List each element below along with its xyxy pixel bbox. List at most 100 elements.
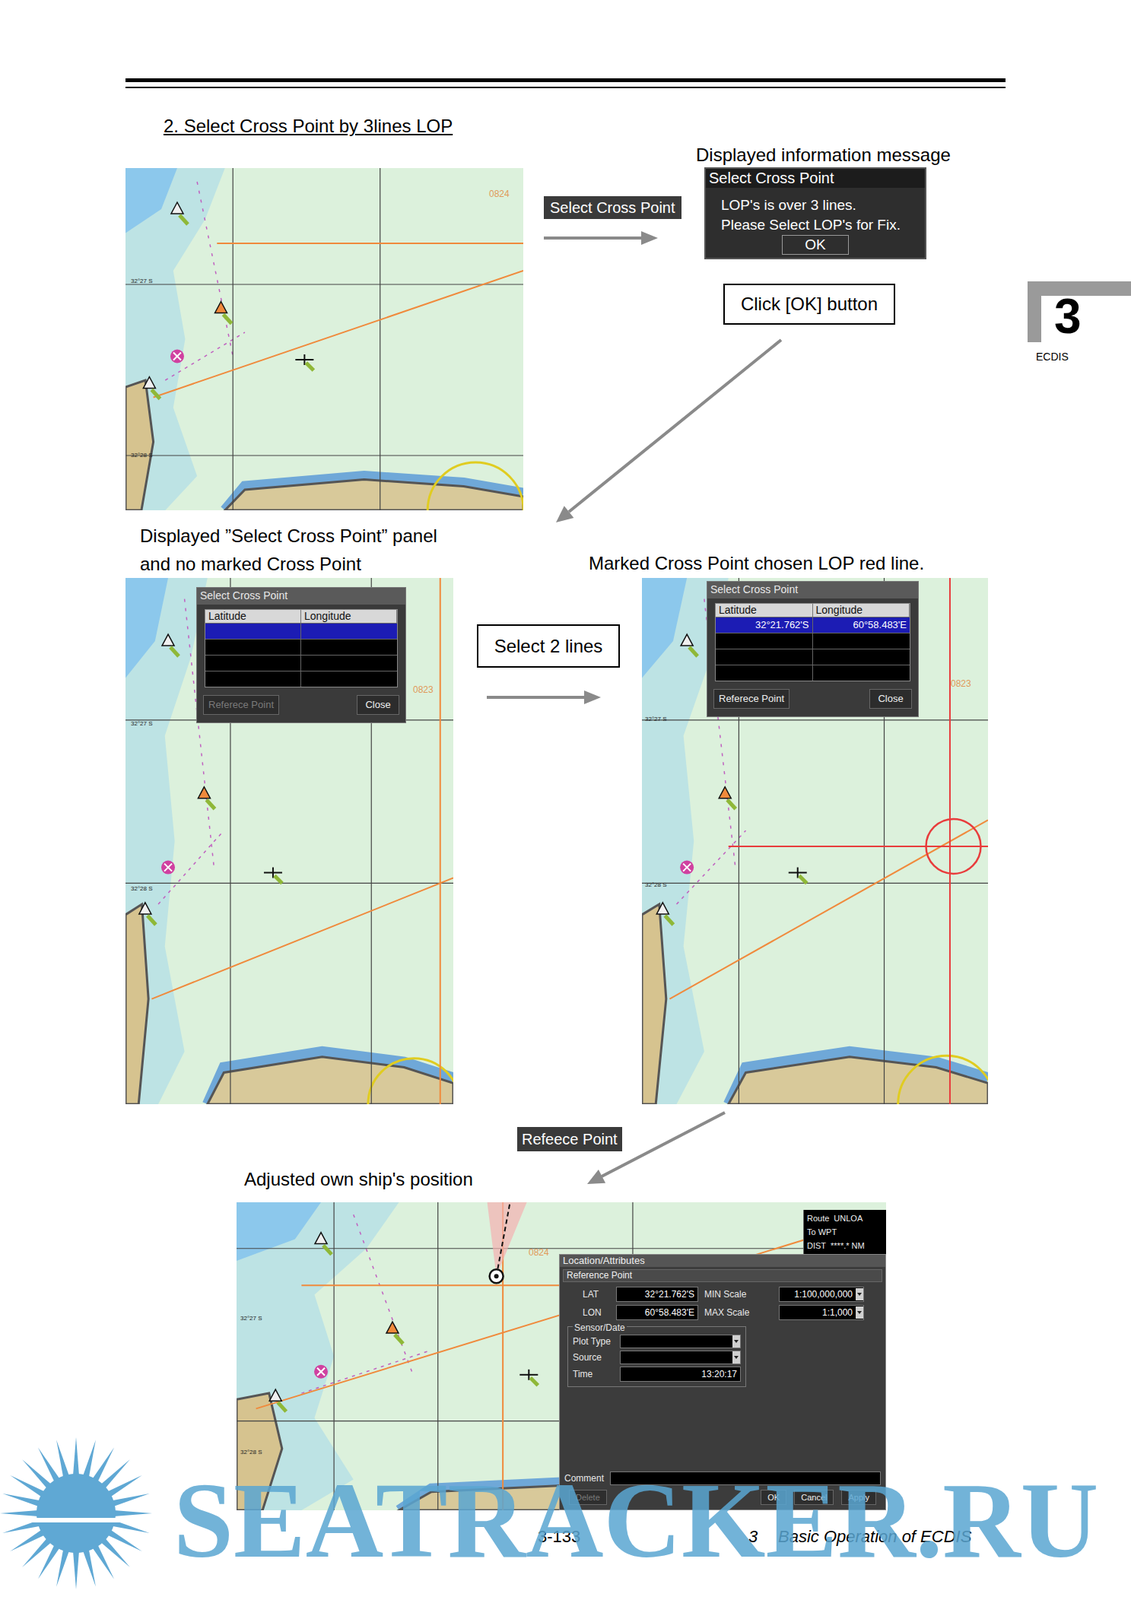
panel-button[interactable]: Referece Point xyxy=(713,689,790,709)
dropdown-icon xyxy=(855,1288,864,1301)
panel-button[interactable]: Close xyxy=(356,695,400,715)
bell-buoy-icon xyxy=(142,377,160,400)
wreck-icon xyxy=(263,867,283,884)
max-scale-select[interactable]: 1:1,000 xyxy=(778,1305,865,1321)
table-row[interactable]: 32°21.762'S60°58.483'E xyxy=(715,616,910,633)
table-row[interactable] xyxy=(715,664,910,681)
dialog-message: LOP's is over 3 lines. xyxy=(721,195,910,216)
bell-buoy-icon xyxy=(269,1389,286,1412)
chart-view[interactable]: 0823 32°27 S 32°28 S Select Cross Point Lati… xyxy=(641,578,989,1105)
chapter-tab-number: 3 xyxy=(1054,292,1082,341)
dialog-button[interactable]: Cancel xyxy=(794,1489,834,1506)
ok-button[interactable]: OK xyxy=(781,235,849,255)
select-lines-callout: Select 2 lines xyxy=(476,624,620,668)
chart-view[interactable]: 082432°27 S32°28 SRouteUNLOATo WPTDIST**… xyxy=(236,1202,887,1511)
panel-title: Location/Attributes xyxy=(559,1254,886,1268)
arrow-icon xyxy=(543,230,658,246)
column-header: Latitude xyxy=(715,603,814,618)
lat-field[interactable]: 32°21.762'S xyxy=(616,1286,699,1303)
column-header: Longitude xyxy=(813,603,911,618)
comment-field[interactable] xyxy=(609,1471,881,1486)
chapter-number: 3 xyxy=(748,1524,758,1550)
chapter-tab-label: ECDIS xyxy=(1035,351,1069,363)
chart-label: 0823 xyxy=(950,679,972,689)
section-header: Reference Point xyxy=(562,1269,883,1283)
wreck-icon xyxy=(519,1369,538,1386)
dialog-button[interactable]: OK xyxy=(760,1489,787,1506)
bell-buoy-icon xyxy=(656,902,674,925)
dialog-message: Please Select LOP's for Fix. xyxy=(721,215,910,236)
wreck-icon xyxy=(295,354,314,371)
chart-label: 32°28 S xyxy=(644,882,668,889)
section-heading: 2. Select Cross Point by 3lines LOP xyxy=(163,112,453,140)
sun-logo-icon xyxy=(0,1434,164,1593)
panel-button[interactable]: Referece Point xyxy=(203,695,280,715)
cross-point-table: LatitudeLongitude32°21.762'S60°58.483'E xyxy=(714,603,911,683)
route-info-row: To WPT xyxy=(803,1225,887,1240)
sensor-date-group: Sensor/DatePlot TypeSourceTime13:20:17 xyxy=(567,1326,747,1388)
reference-point-button[interactable]: Refeece Point xyxy=(517,1127,623,1152)
chart-view[interactable]: 0823 32°27 S 32°28 S Select Cross Point Lati… xyxy=(125,578,454,1105)
min-scale-select[interactable]: 1:100,000,000 xyxy=(778,1286,865,1303)
bell-buoy-icon xyxy=(215,301,232,325)
danger-mark-icon xyxy=(314,1365,328,1379)
table-row[interactable] xyxy=(715,648,910,665)
bell-buoy-icon xyxy=(386,1321,404,1344)
route-info-row: RouteUNLOA xyxy=(803,1211,887,1226)
bell-buoy-icon xyxy=(162,634,179,657)
panel-button[interactable]: Close xyxy=(869,689,912,709)
wreck-icon xyxy=(788,867,807,884)
chart-label: 0823 xyxy=(413,685,434,695)
panel-caption: and no marked Cross Point xyxy=(139,549,438,579)
header-rule xyxy=(125,86,1006,89)
own-ship-icon xyxy=(487,1202,528,1284)
lon-field[interactable]: 60°58.483'E xyxy=(616,1305,699,1321)
bell-buoy-icon xyxy=(314,1232,332,1255)
page-number: 3-133 xyxy=(537,1524,581,1550)
source-select[interactable] xyxy=(619,1350,741,1365)
dropdown-icon xyxy=(855,1306,864,1319)
chart-label: 32°28 S xyxy=(130,452,153,459)
panel-title: Select Cross Point xyxy=(707,581,919,599)
chart-label: 32°27 S xyxy=(130,278,153,285)
cross-point-table: LatitudeLongitude xyxy=(204,609,398,689)
dropdown-icon xyxy=(732,1351,741,1364)
dropdown-icon xyxy=(732,1335,741,1348)
chart-label: 32°27 S xyxy=(130,721,153,728)
bell-buoy-icon xyxy=(680,634,698,657)
route-info-row: DIST****.* NM xyxy=(803,1239,887,1253)
danger-mark-icon xyxy=(170,349,185,364)
table-row[interactable] xyxy=(205,638,398,655)
chart-map-icon xyxy=(125,168,524,511)
danger-mark-icon xyxy=(161,860,175,875)
marked-caption: Marked Cross Point chosen LOP red line. xyxy=(588,549,925,578)
table-row[interactable] xyxy=(205,670,398,687)
dialog-button[interactable]: Delete xyxy=(568,1489,607,1506)
bell-buoy-icon xyxy=(139,902,156,925)
arrow-icon xyxy=(486,689,601,706)
select-cross-point-button[interactable]: Select Cross Point xyxy=(543,196,682,220)
header-rule xyxy=(125,78,1006,83)
bell-buoy-icon xyxy=(197,787,215,810)
chart-label: 32°28 S xyxy=(240,1449,263,1456)
info-dialog: Select Cross PointLOP's is over 3 lines.… xyxy=(704,167,927,260)
info-caption: Displayed information message xyxy=(695,141,951,169)
table-row[interactable] xyxy=(715,632,910,649)
time-field[interactable]: 13:20:17 xyxy=(619,1366,741,1382)
chapter-title: Basic Operation of ECDIS xyxy=(778,1524,972,1550)
table-row[interactable] xyxy=(205,622,398,639)
plot-type-select[interactable] xyxy=(619,1334,741,1349)
column-header: Longitude xyxy=(301,609,398,624)
panel-title: Select Cross Point xyxy=(196,587,406,605)
select-cross-point-panel: Select Cross Point LatitudeLongitude Refer… xyxy=(196,587,407,724)
adjusted-caption: Adjusted own ship's position xyxy=(244,1165,474,1194)
chart-label: 32°28 S xyxy=(130,886,153,893)
dialog-button[interactable]: Apply xyxy=(841,1489,877,1506)
table-row[interactable] xyxy=(205,654,398,671)
chart-label: 0824 xyxy=(528,1248,550,1258)
chart-view[interactable]: 082432°27 S32°28 S xyxy=(125,168,524,511)
click-ok-callout: Click [OK] button xyxy=(723,283,896,325)
route-info-panel: RouteUNLOATo WPTDIST****.* NM xyxy=(803,1210,887,1255)
chart-label: 32°27 S xyxy=(644,716,668,723)
arrow-icon xyxy=(0,0,1131,1600)
